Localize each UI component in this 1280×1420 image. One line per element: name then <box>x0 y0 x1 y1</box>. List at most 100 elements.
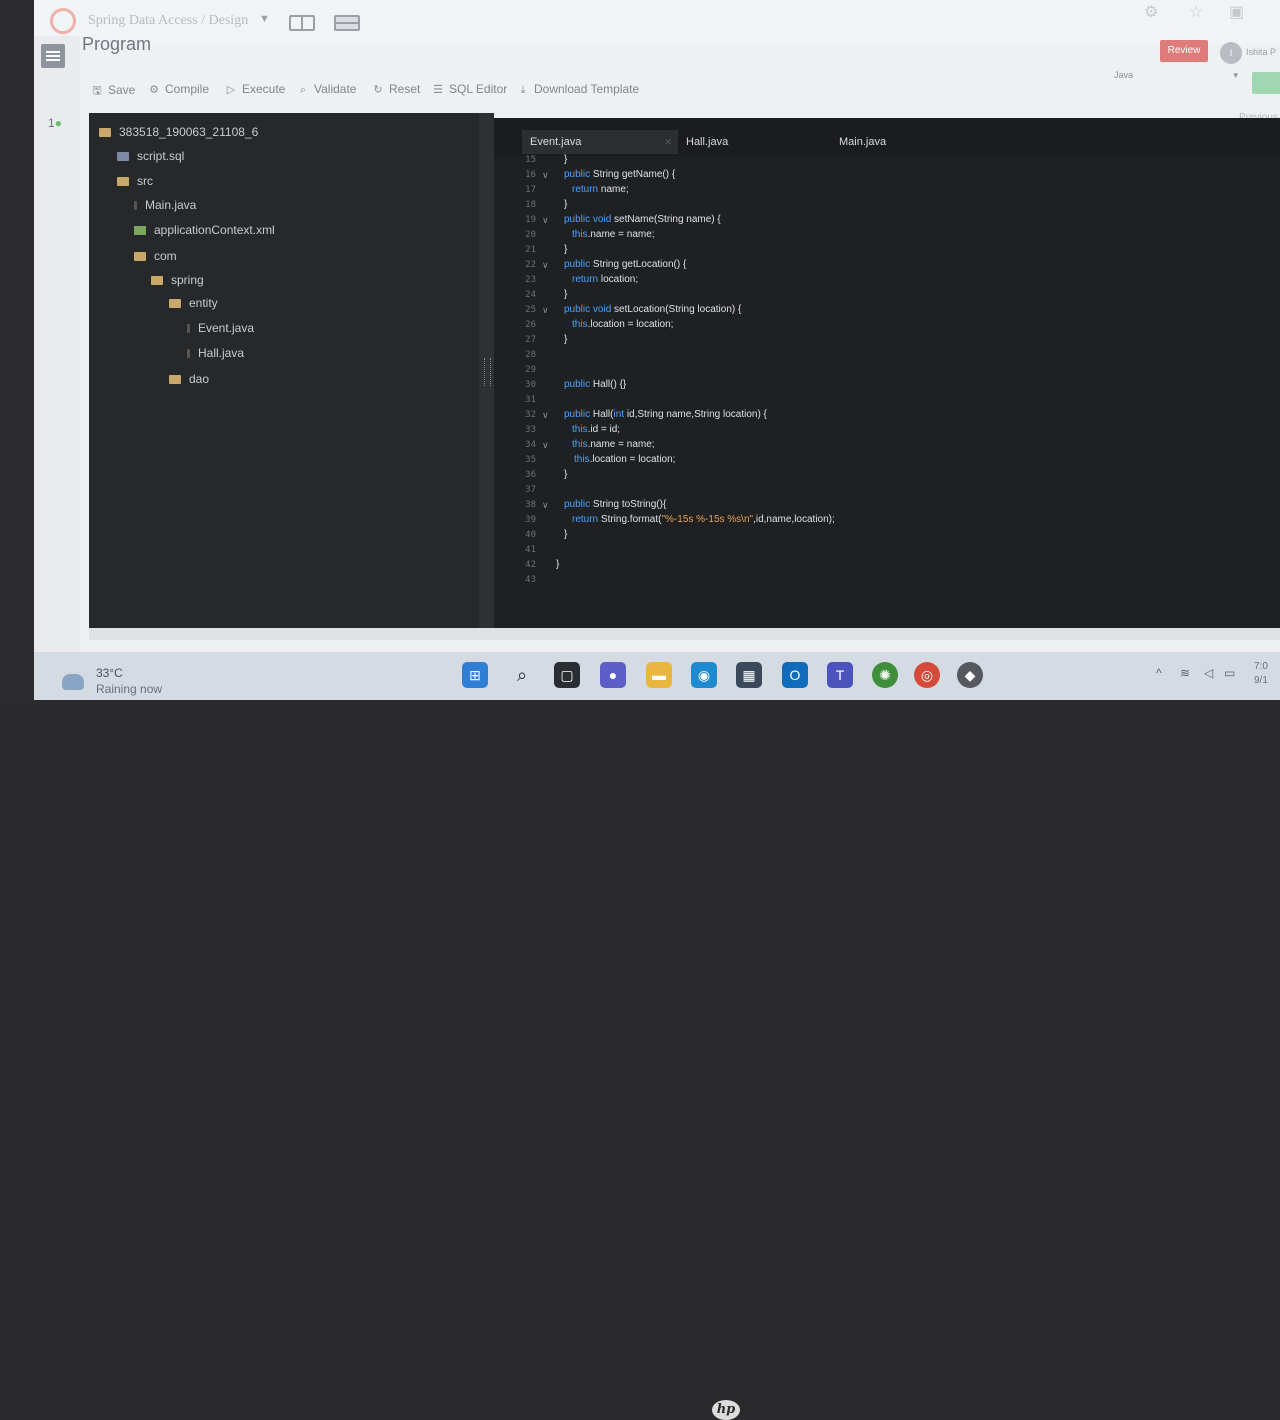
file-explorer-icon[interactable]: ▬ <box>646 662 672 688</box>
tab-main-java[interactable]: Main.java <box>831 130 987 154</box>
line-number: 17 <box>525 185 536 195</box>
folder-icon <box>117 177 129 187</box>
settings-icon[interactable]: ⚙ <box>1144 2 1158 22</box>
line-number: 22 <box>525 260 536 270</box>
code-text: .id = id; <box>587 424 621 435</box>
volume-icon[interactable]: ◁ <box>1204 666 1213 680</box>
fold-chevron-icon[interactable]: ∨ <box>542 498 549 512</box>
toolbar: 🖫 Save ⚙ Compile ▷ Execute ⌕ Validate ↻ Reset… <box>84 78 884 108</box>
tree-item-spring[interactable]: spring <box>151 273 204 287</box>
code-editor[interactable]: Event.java ✕ Hall.java Main.java 15} 16 ∨ p… <box>494 118 1280 628</box>
chat-icon[interactable]: ● <box>600 662 626 688</box>
tree-item-entity[interactable]: entity <box>169 296 218 310</box>
code-line: 41 <box>494 543 1280 557</box>
line-number: 29 <box>525 365 536 375</box>
question-number[interactable]: 1● <box>48 116 62 130</box>
split-layout-icon[interactable] <box>289 15 315 31</box>
tree-item-script[interactable]: script.sql <box>117 149 184 163</box>
store-icon[interactable]: ▦ <box>736 662 762 688</box>
avatar[interactable]: I <box>1220 42 1242 64</box>
download-template-button[interactable]: ⤓ Download Template <box>516 82 640 97</box>
pane-splitter[interactable] <box>479 113 494 633</box>
compile-button[interactable]: ⚙ Compile <box>147 82 209 96</box>
review-button[interactable]: Review <box>1160 40 1208 62</box>
app-header: Spring Data Access / Design ▼ ⚙ ☆ ▣ <box>34 0 1280 44</box>
tree-item-src[interactable]: src <box>117 174 153 188</box>
code-line: 30 public Hall() {} <box>494 378 1280 392</box>
chevron-down-icon[interactable]: ▼ <box>259 13 270 25</box>
code-text: setName(String name) { <box>611 214 721 225</box>
drag-handle-icon[interactable] <box>484 358 491 386</box>
tab-label: Event.java <box>530 136 582 148</box>
fold-chevron-icon[interactable]: ∨ <box>542 258 549 272</box>
reset-button[interactable]: ↻ Reset <box>371 82 420 96</box>
compile-label: Compile <box>165 82 210 96</box>
battery-icon[interactable]: ▭ <box>1224 666 1235 680</box>
line-number: 33 <box>525 425 536 435</box>
line-number: 23 <box>525 275 536 285</box>
code-keyword: return <box>572 184 599 195</box>
teams-icon[interactable]: T <box>827 662 853 688</box>
download-icon: ⤓ <box>520 84 526 96</box>
language-select[interactable]: Java ▾ <box>1114 70 1244 88</box>
execute-button[interactable]: ▷ Execute <box>224 82 286 96</box>
tree-item-label: Hall.java <box>198 346 245 360</box>
search-icon[interactable]: ⌕ <box>509 662 535 688</box>
app-title[interactable]: Spring Data Access / Design <box>88 13 248 29</box>
weather-temperature[interactable]: 33°C <box>96 666 123 680</box>
chevron-up-icon[interactable]: ^ <box>1156 666 1162 680</box>
code-text: } <box>564 244 568 255</box>
weather-description[interactable]: Raining now <box>96 682 162 696</box>
code-line: 16 ∨ public String getName() { <box>494 168 1280 182</box>
code-line: 42} <box>494 558 1280 572</box>
outlook-icon[interactable]: O <box>782 662 808 688</box>
code-line: 40} <box>494 528 1280 542</box>
weather-icon[interactable] <box>62 674 84 690</box>
task-view-icon[interactable]: ▢ <box>554 662 580 688</box>
tree-item-event[interactable]: Event.java <box>187 321 254 335</box>
code-text: id,String name,String location) { <box>624 409 767 420</box>
clock[interactable]: 7:0 9/1 <box>1254 660 1268 688</box>
tree-item-root[interactable]: 383518_190063_21108_6 <box>99 125 258 139</box>
sql-editor-button[interactable]: ☰ SQL Editor <box>431 82 507 96</box>
fold-chevron-icon[interactable]: ∨ <box>542 168 549 182</box>
language-value: Java <box>1114 70 1134 80</box>
edge-icon[interactable]: ◉ <box>691 662 717 688</box>
chrome-icon[interactable]: ◎ <box>914 662 940 688</box>
tab-event-java[interactable]: Event.java ✕ <box>522 130 678 154</box>
tree-item-hall[interactable]: Hall.java <box>187 346 244 360</box>
app-icon[interactable]: ◆ <box>957 662 983 688</box>
code-text: } <box>564 199 568 210</box>
editor-tabs: Event.java ✕ Hall.java Main.java <box>494 118 1280 156</box>
save-button[interactable]: 🖫 Save <box>90 82 135 101</box>
menu-icon[interactable] <box>41 44 65 68</box>
tree-item-context[interactable]: applicationContext.xml <box>134 223 275 237</box>
workspace-footer <box>89 628 1280 640</box>
validate-button[interactable]: ⌕ Validate <box>296 82 357 97</box>
app-icon[interactable]: ✺ <box>872 662 898 688</box>
line-number: 32 <box>525 410 536 420</box>
start-icon[interactable]: ⊞ <box>462 662 488 688</box>
code-text: } <box>564 154 568 165</box>
wifi-icon[interactable]: ≋ <box>1180 666 1190 680</box>
monitor-bezel-bottom: hp <box>0 700 1280 1420</box>
submit-button[interactable] <box>1252 72 1280 94</box>
tree-item-com[interactable]: com <box>134 249 177 263</box>
tree-item-dao[interactable]: dao <box>169 372 209 386</box>
code-line: 23 return location; <box>494 273 1280 287</box>
save-icon: 🖫 <box>92 85 102 97</box>
stacked-layout-icon[interactable] <box>334 15 360 31</box>
fold-chevron-icon[interactable]: ∨ <box>542 408 549 422</box>
tree-item-main[interactable]: Main.java <box>134 198 196 212</box>
code-area[interactable]: 15} 16 ∨ public String getName() { 17 retur… <box>494 153 1280 623</box>
line-number: 43 <box>525 575 536 585</box>
code-line: 37 <box>494 483 1280 497</box>
star-icon[interactable]: ☆ <box>1189 2 1203 22</box>
close-icon[interactable]: ✕ <box>664 130 672 154</box>
tab-hall-java[interactable]: Hall.java <box>678 130 834 154</box>
window-icon[interactable]: ▣ <box>1229 2 1244 22</box>
fold-chevron-icon[interactable]: ∨ <box>542 438 549 452</box>
download-template-label: Download Template <box>534 82 640 96</box>
fold-chevron-icon[interactable]: ∨ <box>542 303 549 317</box>
fold-chevron-icon[interactable]: ∨ <box>542 213 549 227</box>
